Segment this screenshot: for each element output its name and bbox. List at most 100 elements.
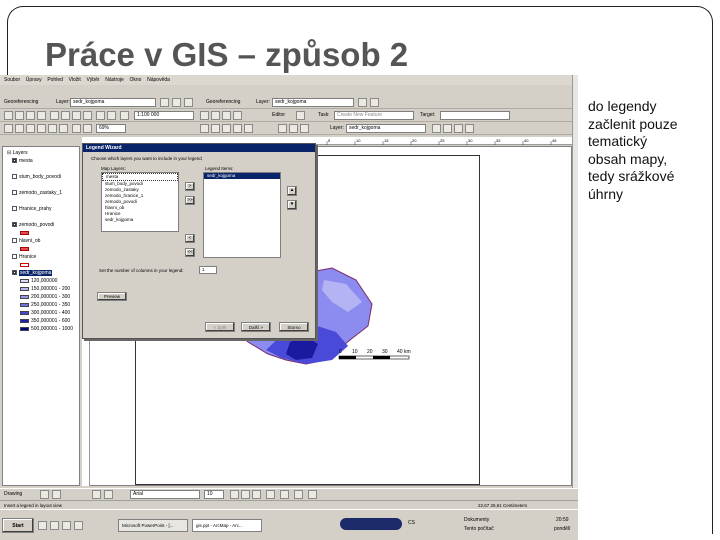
layer3-select[interactable]: sedr_kojgoma bbox=[346, 124, 426, 133]
page-pan-icon[interactable] bbox=[83, 124, 92, 133]
toc-layer[interactable]: Hranice bbox=[12, 254, 36, 260]
binoculars-icon[interactable] bbox=[278, 124, 287, 133]
add-layer-button[interactable]: > bbox=[185, 182, 195, 191]
checkbox[interactable] bbox=[12, 270, 17, 276]
quicklaunch-icon[interactable] bbox=[74, 521, 83, 530]
find-icon[interactable] bbox=[211, 124, 220, 133]
fixed-zoom-out-icon[interactable] bbox=[37, 124, 46, 133]
fixed-zoom-in-icon[interactable] bbox=[26, 124, 35, 133]
taskbar-item-active[interactable]: gis.ppt - ArcMap - Arc... bbox=[192, 519, 262, 532]
tray-link[interactable]: Tento počítač bbox=[464, 526, 494, 532]
menu-item[interactable]: Pohled bbox=[47, 75, 63, 85]
paste-icon[interactable] bbox=[72, 111, 81, 120]
new-icon[interactable] bbox=[4, 111, 13, 120]
open-icon[interactable] bbox=[15, 111, 24, 120]
undo-icon[interactable] bbox=[184, 98, 193, 107]
add-all-button[interactable]: >> bbox=[185, 196, 195, 205]
preview-button[interactable]: Preview bbox=[97, 292, 127, 301]
pencil-icon[interactable] bbox=[172, 98, 181, 107]
list-item[interactable]: sedr_kojgoma bbox=[102, 217, 178, 223]
rectangle-icon[interactable] bbox=[92, 490, 101, 499]
checkbox[interactable] bbox=[12, 254, 17, 260]
columns-spinner[interactable]: 1 bbox=[199, 266, 217, 274]
next-button[interactable]: Další > bbox=[241, 322, 271, 332]
checkbox[interactable] bbox=[12, 222, 17, 228]
menu-item[interactable]: Nápověda bbox=[147, 75, 170, 85]
toc-layer[interactable]: zemodo_povodi bbox=[12, 222, 54, 228]
back-button[interactable]: < Zpět bbox=[205, 322, 235, 332]
brightness-icon[interactable] bbox=[465, 124, 474, 133]
menu-item[interactable]: Vložit bbox=[69, 75, 81, 85]
chart-icon[interactable] bbox=[370, 98, 379, 107]
redo-icon[interactable] bbox=[107, 111, 116, 120]
measure-icon[interactable] bbox=[222, 124, 231, 133]
tray-link[interactable]: Dokumenty bbox=[464, 517, 489, 523]
cancel-button[interactable]: Storno bbox=[279, 322, 309, 332]
info-icon[interactable] bbox=[289, 124, 298, 133]
move-down-button[interactable]: ▼ bbox=[287, 200, 297, 210]
toc-layer[interactable]: Hranice_prahy bbox=[12, 206, 52, 212]
list-item[interactable]: mesta bbox=[102, 173, 178, 181]
text-icon[interactable] bbox=[104, 490, 113, 499]
cut-icon[interactable] bbox=[50, 111, 59, 120]
quicklaunch-icon[interactable] bbox=[50, 521, 59, 530]
italic-icon[interactable] bbox=[241, 490, 250, 499]
zoom-in-icon[interactable] bbox=[4, 124, 13, 133]
select-icon[interactable] bbox=[244, 124, 253, 133]
georef-label-2[interactable]: Georeferencing bbox=[206, 96, 240, 109]
bold-icon[interactable] bbox=[230, 490, 239, 499]
task-select[interactable]: Create New Feature bbox=[334, 111, 414, 120]
toc-layer[interactable]: hlavni_ob bbox=[12, 238, 40, 244]
select-elements-icon[interactable] bbox=[40, 490, 49, 499]
arctoolbox-icon[interactable] bbox=[211, 111, 220, 120]
pan-icon[interactable] bbox=[59, 124, 68, 133]
zoom-icon[interactable] bbox=[160, 98, 169, 107]
font-color-icon[interactable] bbox=[266, 490, 275, 499]
checkbox[interactable] bbox=[12, 190, 17, 196]
rotate-icon[interactable] bbox=[52, 490, 61, 499]
print-icon[interactable] bbox=[37, 111, 46, 120]
line-color-icon[interactable] bbox=[294, 490, 303, 499]
quicklaunch-icon[interactable] bbox=[38, 521, 47, 530]
checkbox[interactable] bbox=[12, 238, 17, 244]
taskbar-item[interactable]: Microsoft PowerPoint - [... bbox=[118, 519, 188, 532]
remove-layer-button[interactable]: < bbox=[185, 234, 195, 243]
toc-root[interactable]: ⊟ Layers bbox=[7, 150, 28, 156]
grid-icon[interactable] bbox=[432, 124, 441, 133]
remove-all-button[interactable]: << bbox=[185, 248, 195, 257]
target-select[interactable] bbox=[440, 111, 510, 120]
editor-menu[interactable]: Editor bbox=[272, 109, 285, 122]
checkbox[interactable] bbox=[12, 158, 17, 164]
zoom-out-icon[interactable] bbox=[15, 124, 24, 133]
contrast-icon[interactable] bbox=[454, 124, 463, 133]
arrow-icon[interactable] bbox=[300, 124, 309, 133]
quicklaunch-icon[interactable] bbox=[62, 521, 71, 530]
copy-icon[interactable] bbox=[61, 111, 70, 120]
menu-item[interactable]: Úpravy bbox=[26, 75, 42, 85]
map-layers-list[interactable]: mesta stum_body_povodi zemodo_zastaky ze… bbox=[101, 172, 179, 232]
checkbox[interactable] bbox=[12, 206, 17, 212]
start-button[interactable]: Start bbox=[2, 518, 34, 533]
list-item[interactable]: sedr_kojgoma bbox=[204, 173, 280, 179]
identify-icon[interactable] bbox=[200, 124, 209, 133]
toc-layer[interactable]: stum_body_povodi bbox=[12, 174, 61, 180]
move-up-button[interactable]: ▲ bbox=[287, 186, 297, 196]
command-line-icon[interactable] bbox=[222, 111, 231, 120]
scale-field[interactable]: 1:100 000 bbox=[134, 111, 194, 120]
menu-item[interactable]: Výběr bbox=[86, 75, 99, 85]
sketch-icon[interactable] bbox=[296, 111, 305, 120]
font-size-select[interactable]: 10 bbox=[204, 490, 224, 499]
undo-icon[interactable] bbox=[96, 111, 105, 120]
save-icon[interactable] bbox=[26, 111, 35, 120]
language-indicator[interactable]: CS bbox=[408, 520, 415, 526]
editor-toolbar-icon[interactable] bbox=[200, 111, 209, 120]
toc-layer[interactable]: mesta bbox=[12, 158, 33, 164]
menu-item[interactable]: Okno bbox=[130, 75, 142, 85]
full-extent-icon[interactable] bbox=[48, 124, 57, 133]
font-select[interactable]: Arial bbox=[130, 490, 200, 499]
marker-color-icon[interactable] bbox=[308, 490, 317, 499]
hyperlink-icon[interactable] bbox=[233, 124, 242, 133]
menu-item[interactable]: Soubor bbox=[4, 75, 20, 85]
legend-items-list[interactable]: sedr_kojgoma bbox=[203, 172, 281, 258]
toc-layer[interactable]: zemodo_zastaky_1 bbox=[12, 190, 62, 196]
